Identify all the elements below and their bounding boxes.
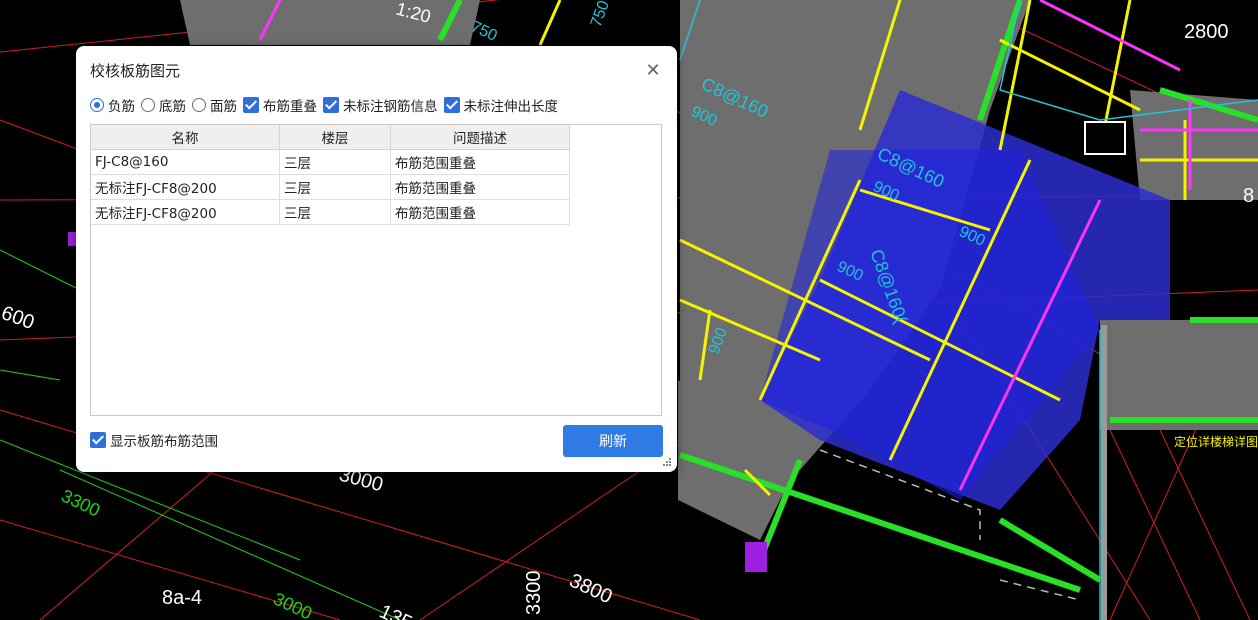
cell-description: 布筋范围重叠 <box>390 174 570 200</box>
radio-label: 底筋 <box>159 99 186 115</box>
radio-label: 面筋 <box>210 99 237 115</box>
cad-dim-label: 600 <box>0 302 37 334</box>
table-row[interactable]: FJ-C8@160 三层 布筋范围重叠 <box>91 149 570 175</box>
checkbox-label: 布筋重叠 <box>263 99 317 115</box>
check-slab-rebar-dialog: 校核板筋图元 ✕ 负筋 底筋 面筋 布筋重叠 未标注钢筋信息 未标注伸出长度 名… <box>76 46 677 472</box>
column-header-floor[interactable]: 楼层 <box>279 125 391 150</box>
cad-dim-label: 3300 <box>58 485 103 520</box>
cell-description: 布筋范围重叠 <box>390 199 570 225</box>
checkbox-checked-icon[interactable] <box>323 97 339 113</box>
filter-options: 负筋 底筋 面筋 布筋重叠 未标注钢筋信息 未标注伸出长度 <box>90 95 564 115</box>
column-header-name[interactable]: 名称 <box>91 125 280 150</box>
cad-dim-label: 3800 <box>566 570 616 609</box>
checkbox-overlap[interactable]: 布筋重叠 <box>243 95 317 115</box>
opening <box>1084 121 1126 155</box>
close-icon[interactable]: ✕ <box>642 60 664 82</box>
cell-name: 无标注FJ-CF8@200 <box>91 174 280 200</box>
checkbox-show-range[interactable]: 显示板筋布筋范围 <box>90 430 218 450</box>
purple-marker <box>745 542 767 572</box>
cell-name: 无标注FJ-CF8@200 <box>91 199 280 225</box>
cad-grid-label: 8a-4 <box>162 587 202 609</box>
cell-description: 布筋范围重叠 <box>390 149 570 175</box>
cad-dim-label: 3000 <box>270 588 315 620</box>
checkbox-label: 未标注钢筋信息 <box>343 99 438 115</box>
cad-dim-label: 8 <box>1243 185 1254 207</box>
checkbox-label: 显示板筋布筋范围 <box>110 434 218 450</box>
table-row[interactable]: 无标注FJ-CF8@200 三层 布筋范围重叠 <box>91 199 570 225</box>
cell-floor: 三层 <box>279 149 391 175</box>
cell-floor: 三层 <box>279 199 391 225</box>
checkbox-unmarked-info[interactable]: 未标注钢筋信息 <box>323 95 438 115</box>
cad-dim-label: 2800 <box>1184 21 1229 43</box>
cad-note-label: 定位详楼梯详图 <box>1174 434 1258 449</box>
checkbox-unmarked-length[interactable]: 未标注伸出长度 <box>443 95 559 115</box>
cad-dim-label: 3300 <box>523 571 545 616</box>
checkbox-checked-icon[interactable] <box>243 97 259 113</box>
radio-label: 负筋 <box>108 99 135 115</box>
cad-dim-label: 750 <box>468 18 499 45</box>
checkbox-checked-icon[interactable] <box>90 432 106 448</box>
resize-grip-icon[interactable] <box>662 457 672 467</box>
radio-face-rebar[interactable]: 面筋 <box>192 95 237 115</box>
radio-selected-icon[interactable] <box>90 98 104 112</box>
checkbox-label: 未标注伸出长度 <box>463 99 559 115</box>
radio-negative-rebar[interactable]: 负筋 <box>90 95 135 115</box>
cad-dim-label: 135 <box>376 601 416 620</box>
table-row[interactable]: 无标注FJ-CF8@200 三层 布筋范围重叠 <box>91 174 570 200</box>
results-table[interactable]: 名称 楼层 问题描述 FJ-C8@160 三层 布筋范围重叠 无标注FJ-CF8… <box>90 124 662 416</box>
checkbox-checked-icon[interactable] <box>443 97 460 113</box>
radio-bottom-rebar[interactable]: 底筋 <box>141 95 186 115</box>
dialog-title: 校核板筋图元 <box>90 62 181 80</box>
radio-icon[interactable] <box>192 98 206 112</box>
cell-name: FJ-C8@160 <box>91 149 280 175</box>
cad-dim-label: 750 <box>588 0 613 29</box>
radio-icon[interactable] <box>141 98 155 112</box>
cell-floor: 三层 <box>279 174 391 200</box>
table-header-row: 名称 楼层 问题描述 <box>91 125 570 150</box>
refresh-button[interactable]: 刷新 <box>563 425 663 457</box>
column-header-description[interactable]: 问题描述 <box>390 125 570 150</box>
